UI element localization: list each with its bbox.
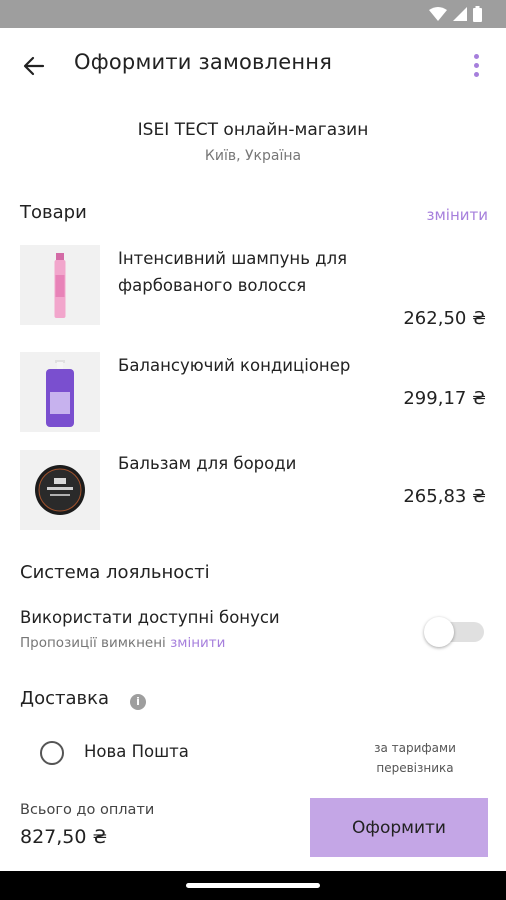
- radio-icon[interactable]: [40, 741, 64, 765]
- product-price: 299,17 ₴: [403, 388, 486, 409]
- offers-disabled-text: Пропозиції вимкнені: [20, 635, 166, 651]
- delivery-option-note: за тарифами перевізника: [374, 741, 456, 775]
- offers-status: Пропозиції вимкнені змінити: [20, 635, 225, 651]
- status-bar: [0, 0, 506, 28]
- change-products-link[interactable]: змінити: [426, 206, 488, 224]
- product-price: 262,50 ₴: [403, 308, 486, 329]
- product-name: Балансуючий кондиціонер: [118, 356, 351, 375]
- store-name: ISEI TECT онлайн-магазин: [137, 120, 369, 140]
- product-image-conditioner: [20, 352, 100, 432]
- page-title: Оформити замовлення: [74, 50, 333, 74]
- loyalty-section-title: Система лояльності: [20, 562, 210, 583]
- home-gesture-handle[interactable]: [186, 883, 320, 888]
- use-bonuses-toggle[interactable]: [424, 614, 486, 648]
- total-value: 827,50 ₴: [20, 826, 108, 848]
- products-section-title: Товари: [20, 202, 87, 223]
- product-price: 265,83 ₴: [403, 486, 486, 507]
- more-vert-icon: [473, 53, 479, 59]
- info-icon[interactable]: i: [130, 694, 146, 710]
- signal-icon: [453, 7, 467, 21]
- status-icons: [429, 6, 482, 22]
- toggle-thumb: [424, 617, 454, 647]
- product-image-shampoo: [20, 245, 100, 325]
- checkout-button[interactable]: Оформити: [310, 798, 488, 857]
- app-bar: Оформити замовлення: [0, 28, 506, 100]
- wifi-icon: [429, 7, 447, 21]
- back-button[interactable]: [18, 50, 50, 82]
- more-options-button[interactable]: [464, 50, 488, 80]
- product-name: Бальзам для бороди: [118, 454, 297, 473]
- battery-icon: [473, 6, 482, 22]
- delivery-option-name[interactable]: Нова Пошта: [84, 742, 189, 761]
- product-image-beard-balm: [20, 450, 100, 530]
- delivery-section-title: Доставка: [20, 688, 109, 709]
- store-city: Київ, Україна: [204, 148, 302, 164]
- change-offers-link[interactable]: змінити: [170, 635, 225, 651]
- total-label: Всього до оплати: [20, 802, 155, 818]
- back-arrow-icon: [23, 56, 45, 76]
- product-name: Інтенсивний шампунь для фарбованого воло…: [118, 249, 348, 295]
- use-bonuses-label: Використати доступні бонуси: [20, 608, 280, 627]
- navigation-bar: [0, 871, 506, 900]
